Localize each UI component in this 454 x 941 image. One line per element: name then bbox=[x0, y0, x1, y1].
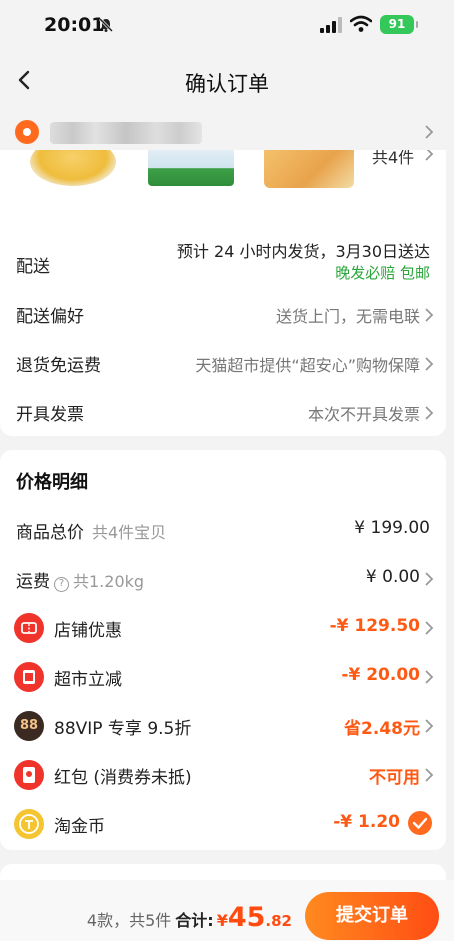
return-shipping-label: 退货免运费 bbox=[16, 356, 101, 376]
order-info-card: 共4件 配送 预计 24 小时内发货，3月30日送达 晚发必赔 包邮 配送偏好 … bbox=[0, 150, 446, 436]
vip-discount-row[interactable]: 88 88VIP 专享 9.5折 省2.48元 bbox=[0, 706, 446, 746]
chevron-right-icon bbox=[425, 150, 434, 161]
chevron-right-icon bbox=[425, 357, 434, 371]
freight-row[interactable]: 运费? 共1.20kg ¥ 0.00 bbox=[0, 559, 446, 599]
submit-order-button[interactable]: 提交订单 bbox=[305, 892, 439, 940]
market-reduce-value: -¥ 20.00 bbox=[341, 665, 420, 685]
chevron-right-icon bbox=[425, 768, 434, 782]
freight-value: ¥ 0.00 bbox=[365, 567, 420, 587]
help-icon[interactable]: ? bbox=[54, 577, 69, 592]
shop-discount-value: -¥ 129.50 bbox=[329, 616, 420, 636]
items-preview[interactable]: 共4件 bbox=[0, 150, 446, 188]
location-pin-icon bbox=[15, 120, 39, 144]
battery-icon: 91 bbox=[380, 15, 418, 34]
total-label: 合计: bbox=[175, 911, 214, 930]
total-amount-int: 45 bbox=[227, 902, 266, 933]
market-reduce-row[interactable]: 超市立减 -¥ 20.00 bbox=[0, 657, 446, 697]
shop-discount-label: 店铺优惠 bbox=[54, 621, 122, 641]
ticket-icon bbox=[14, 613, 44, 643]
delivery-guarantee: 晚发必赔 包邮 bbox=[335, 264, 430, 282]
goods-total-value: ¥ 199.00 bbox=[354, 518, 430, 538]
invoice-value: 本次不开具发票 bbox=[307, 405, 420, 424]
total-amount-dec: .82 bbox=[265, 912, 292, 930]
red-packet-row[interactable]: 红包 (消费券未抵) 不可用 bbox=[0, 755, 446, 795]
product-image-cake bbox=[264, 150, 354, 188]
invoice-row[interactable]: 开具发票 本次不开具发票 bbox=[0, 398, 446, 428]
delivery-preference-label: 配送偏好 bbox=[16, 307, 84, 327]
delivery-row: 配送 预计 24 小时内发货，3月30日送达 晚发必赔 包邮 bbox=[0, 238, 446, 288]
taojinbi-row[interactable]: 淘金币 -¥ 1.20 bbox=[0, 804, 446, 844]
page-title: 确认订单 bbox=[185, 72, 269, 96]
chevron-right-icon bbox=[425, 719, 434, 733]
delivery-estimate: 预计 24 小时内发货，3月30日送达 bbox=[176, 242, 430, 261]
chevron-right-icon bbox=[425, 621, 434, 635]
chevron-right-icon bbox=[425, 670, 434, 684]
status-time: 20:01 bbox=[44, 14, 105, 36]
market-reduce-label: 超市立减 bbox=[54, 670, 122, 690]
address-text-blurred bbox=[50, 122, 202, 144]
chevron-right-icon bbox=[425, 406, 434, 420]
nav-bar: 确认订单 bbox=[0, 50, 454, 110]
red-packet-value: 不可用 bbox=[369, 768, 420, 788]
vip-88-icon: 88 bbox=[14, 711, 44, 741]
freight-label: 运费? 共1.20kg bbox=[16, 572, 145, 592]
price-detail-title: 价格明细 bbox=[16, 472, 88, 493]
wifi-icon bbox=[350, 15, 372, 32]
order-summary: 4款，共5件 合计: ¥45.82 bbox=[87, 902, 292, 933]
chevron-right-icon bbox=[425, 308, 434, 322]
signal-icon bbox=[320, 17, 342, 33]
red-packet-icon bbox=[14, 760, 44, 790]
chevron-right-icon bbox=[425, 125, 434, 139]
invoice-label: 开具发票 bbox=[16, 405, 84, 425]
mute-bell-icon bbox=[98, 17, 114, 33]
delivery-preference-row[interactable]: 配送偏好 送货上门，无需电联 bbox=[0, 300, 446, 330]
return-shipping-value: 天猫超市提供“超安心”购物保障 bbox=[195, 356, 420, 375]
vip-discount-label: 88VIP 专享 9.5折 bbox=[54, 719, 192, 739]
goods-total-row: 商品总价 共4件宝贝 ¥ 199.00 bbox=[0, 510, 446, 550]
taojinbi-label: 淘金币 bbox=[54, 817, 105, 837]
status-bar: 20:01 91 bbox=[0, 0, 454, 50]
items-count: 共4件 bbox=[372, 150, 415, 167]
price-detail-card: 价格明细 商品总价 共4件宝贝 ¥ 199.00 运费? 共1.20kg ¥ 0.0… bbox=[0, 450, 446, 850]
product-image-dumplings bbox=[30, 150, 116, 186]
vip-discount-value: 省2.48元 bbox=[344, 719, 420, 739]
shop-discount-row[interactable]: 店铺优惠 -¥ 129.50 bbox=[0, 608, 446, 648]
address-row[interactable] bbox=[0, 110, 454, 154]
chevron-right-icon bbox=[425, 572, 434, 586]
red-packet-label: 红包 (消费券未抵) bbox=[54, 768, 192, 788]
product-image-package bbox=[148, 150, 234, 186]
delivery-label: 配送 bbox=[16, 257, 50, 277]
item-count-summary: 4款，共5件 bbox=[86, 911, 172, 930]
taojinbi-value: -¥ 1.20 bbox=[333, 812, 400, 832]
freight-weight: 共1.20kg bbox=[73, 572, 145, 591]
delivery-preference-value: 送货上门，无需电联 bbox=[275, 307, 420, 326]
return-shipping-row[interactable]: 退货免运费 天猫超市提供“超安心”购物保障 bbox=[0, 349, 446, 379]
gold-coin-icon bbox=[14, 809, 44, 839]
checkout-bar: 4款，共5件 合计: ¥45.82 提交订单 bbox=[0, 880, 454, 941]
currency-symbol: ¥ bbox=[216, 911, 228, 930]
reduce-badge-icon bbox=[14, 662, 44, 692]
goods-total-count: 共4件宝贝 bbox=[92, 523, 167, 542]
goods-total-label: 商品总价 共4件宝贝 bbox=[16, 523, 167, 543]
checkmark-icon[interactable] bbox=[408, 811, 432, 835]
